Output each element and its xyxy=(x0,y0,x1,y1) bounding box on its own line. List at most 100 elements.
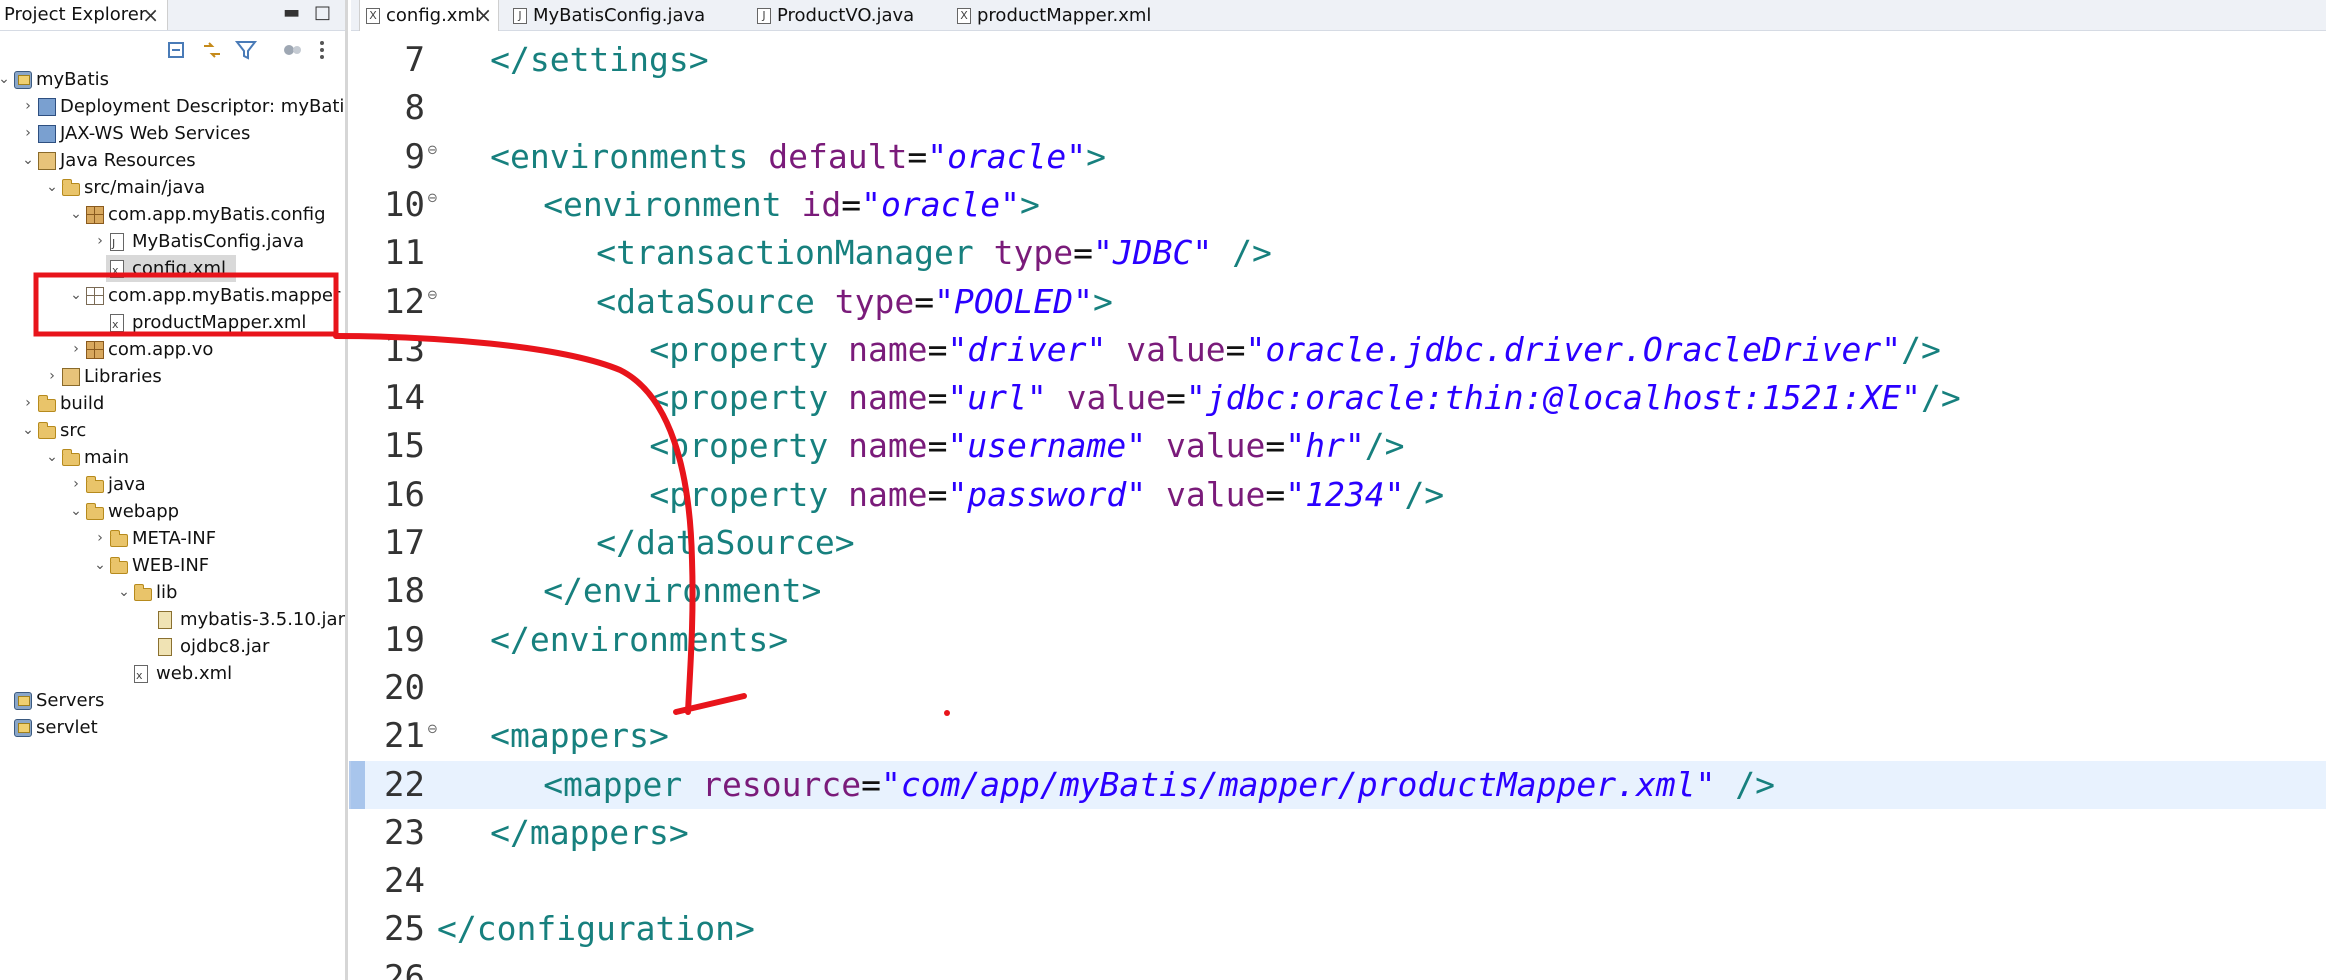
chevron-down-icon[interactable]: ⌄ xyxy=(44,174,60,201)
code-line[interactable]: 23 </mappers> xyxy=(351,809,2326,857)
tab-project-explorer[interactable]: Project Explorer × xyxy=(0,0,168,30)
code-line[interactable]: 7 </settings> xyxy=(351,36,2326,84)
code-line[interactable]: 16 <property name="password" value="1234"… xyxy=(351,471,2326,519)
tree-item[interactable]: ⌄ main xyxy=(0,444,340,471)
link-with-editor-icon[interactable] xyxy=(200,38,224,62)
close-icon[interactable]: × xyxy=(475,0,492,31)
chevron-down-icon[interactable]: ⌄ xyxy=(68,498,84,525)
tree-item-label: WEB-INF xyxy=(132,555,210,576)
tree-item[interactable]: ⌄ com.app.myBatis.mapper xyxy=(0,282,340,309)
focus-icon[interactable] xyxy=(280,38,304,62)
tree-item[interactable]: › Libraries xyxy=(0,363,340,390)
chevron-down-icon[interactable]: ⌄ xyxy=(116,579,132,606)
jar-icon xyxy=(158,611,172,629)
tree-item[interactable]: ⌄ Java Resources xyxy=(0,147,340,174)
fold-toggle-icon[interactable]: ⊖ xyxy=(427,191,438,206)
code-token: = xyxy=(1073,233,1094,273)
code-token: = xyxy=(1166,378,1186,418)
chevron-down-icon[interactable]: ⌄ xyxy=(68,201,84,228)
chevron-right-icon[interactable]: › xyxy=(44,363,60,390)
code-text: <mapper resource="com/app/myBatis/mapper… xyxy=(543,761,1775,809)
code-line[interactable]: 19 </environments> xyxy=(351,616,2326,664)
code-token: name xyxy=(848,329,928,369)
chevron-right-icon[interactable]: › xyxy=(92,228,108,255)
line-number: 20 xyxy=(384,667,425,708)
tree-item-label: ojdbc8.jar xyxy=(180,636,270,657)
tree-item[interactable]: ⌄ com.app.myBatis.config xyxy=(0,201,340,228)
minimize-icon[interactable]: ▬ xyxy=(283,2,300,23)
folder-icon xyxy=(38,395,56,412)
fold-toggle-icon[interactable]: ⊖ xyxy=(427,143,438,158)
close-icon[interactable]: × xyxy=(142,0,159,30)
code-line[interactable]: 11 <transactionManager type="JDBC" /> xyxy=(351,229,2326,277)
tree-item[interactable]: › JAX-WS Web Services xyxy=(0,120,340,147)
tab-productmapper-xml[interactable]: X productMapper.xml xyxy=(951,0,1171,31)
tree-item[interactable]: ⌄ myBatis xyxy=(0,66,340,93)
tree-item[interactable]: web.xml xyxy=(0,660,340,689)
chevron-right-icon[interactable]: › xyxy=(20,120,36,147)
chevron-down-icon[interactable]: ⌄ xyxy=(68,282,84,309)
tree-item[interactable]: config.xml xyxy=(106,255,236,284)
tree-item[interactable]: › Deployment Descriptor: myBatis xyxy=(0,93,345,120)
explorer-tab-label: Project Explorer xyxy=(4,4,147,25)
filter-icon[interactable] xyxy=(234,38,258,62)
tree-item[interactable]: ⌄ WEB-INF xyxy=(0,552,340,579)
tree-item[interactable]: ⌄ src xyxy=(0,417,340,444)
tree-item[interactable]: Servers xyxy=(0,687,340,714)
tab-config-xml[interactable]: X config.xml × xyxy=(359,0,499,31)
chevron-right-icon[interactable]: › xyxy=(20,93,36,120)
code-token: = xyxy=(861,764,881,804)
chevron-down-icon[interactable]: ⌄ xyxy=(44,444,60,471)
chevron-right-icon[interactable]: › xyxy=(20,390,36,417)
code-text: <environments default="oracle"> xyxy=(490,133,1106,181)
code-line[interactable]: 8 xyxy=(351,84,2326,132)
tree-item[interactable]: › MyBatisConfig.java xyxy=(0,228,340,257)
code-line[interactable]: 12 ⊖ <dataSource type="POOLED"> xyxy=(351,278,2326,326)
code-line[interactable]: 10 ⊖ <environment id="oracle"> xyxy=(351,181,2326,229)
code-token: = xyxy=(927,474,948,514)
tree-item[interactable]: productMapper.xml xyxy=(0,309,340,338)
code-line[interactable]: 9 ⊖ <environments default="oracle"> xyxy=(351,133,2326,181)
code-token: </mappers> xyxy=(490,812,689,852)
chevron-right-icon[interactable]: › xyxy=(68,336,84,363)
collapse-all-icon[interactable] xyxy=(166,38,190,62)
code-line[interactable]: 26 xyxy=(351,954,2326,980)
chevron-down-icon[interactable]: ⌄ xyxy=(20,417,36,444)
chevron-right-icon[interactable]: › xyxy=(92,525,108,552)
tree-item[interactable]: › java xyxy=(0,471,340,498)
tab-mybatisconfig-java[interactable]: J MyBatisConfig.java xyxy=(507,0,722,31)
maximize-icon[interactable]: □ xyxy=(314,2,331,23)
tree-item[interactable]: ⌄ lib xyxy=(0,579,340,606)
code-line[interactable]: 25 </configuration> xyxy=(351,905,2326,953)
code-line[interactable]: 20 xyxy=(351,664,2326,712)
code-line[interactable]: 18 </environment> xyxy=(351,567,2326,615)
tree-item[interactable]: ojdbc8.jar xyxy=(0,633,340,660)
chevron-right-icon[interactable]: › xyxy=(68,471,84,498)
chevron-down-icon[interactable]: ⌄ xyxy=(20,147,36,174)
chevron-down-icon[interactable]: ⌄ xyxy=(0,66,12,93)
code-line[interactable]: 17 </dataSource> xyxy=(351,519,2326,567)
code-token: "oracle" xyxy=(861,184,1021,224)
tree-item[interactable]: › META-INF xyxy=(0,525,340,552)
code-line[interactable]: 22 <mapper resource="com/app/myBatis/mapp… xyxy=(349,760,2326,809)
folder-icon xyxy=(38,422,56,439)
tab-productvo-java[interactable]: J ProductVO.java xyxy=(751,0,921,31)
tree-item[interactable]: mybatis-3.5.10.jar xyxy=(0,606,345,633)
code-line[interactable]: 14 <property name="url" value="jdbc:oracl… xyxy=(351,374,2326,422)
tree-item[interactable]: ⌄ src/main/java xyxy=(0,174,340,201)
tree-item[interactable]: servlet xyxy=(0,714,340,741)
fold-toggle-icon[interactable]: ⊖ xyxy=(427,722,438,737)
code-line[interactable]: 21 ⊖ <mappers> xyxy=(351,712,2326,760)
code-token: resource xyxy=(702,764,862,804)
chevron-down-icon[interactable]: ⌄ xyxy=(92,552,108,579)
fold-toggle-icon[interactable]: ⊖ xyxy=(427,288,438,303)
code-token: default xyxy=(768,136,908,176)
tree-item[interactable]: ⌄ webapp xyxy=(0,498,340,525)
tree-item[interactable]: › com.app.vo xyxy=(0,336,340,363)
code-line[interactable]: 24 xyxy=(351,857,2326,905)
code-line[interactable]: 13 <property name="driver" value="oracle.… xyxy=(351,326,2326,374)
code-area[interactable]: 7 </settings> 8 9 ⊖ <environments default="or… xyxy=(349,36,2326,980)
tree-item[interactable]: › build xyxy=(0,390,340,417)
code-line[interactable]: 15 <property name="username" value="hr"/> xyxy=(351,422,2326,470)
view-menu-icon[interactable] xyxy=(310,38,334,62)
